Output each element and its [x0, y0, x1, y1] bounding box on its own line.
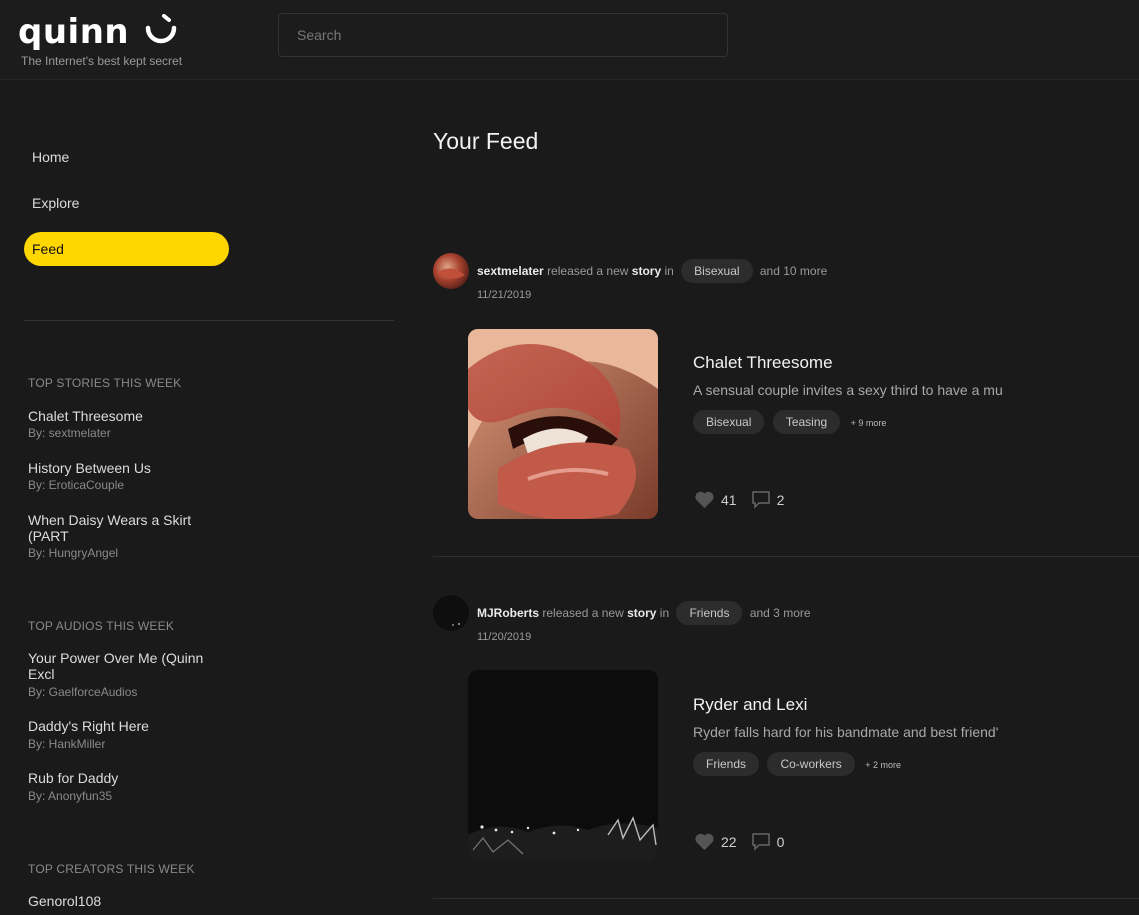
logo[interactable]: quinn The Internet's best kept secret [18, 12, 182, 68]
comment-icon [751, 833, 770, 851]
like-count: 22 [721, 833, 737, 850]
activity-kind: story [627, 606, 657, 620]
story-title[interactable]: Chalet Threesome [693, 353, 833, 373]
top-header: quinn The Internet's best kept secret [0, 0, 1139, 80]
category-pill[interactable]: Friends [676, 601, 743, 625]
activity-in: in [659, 606, 670, 620]
activity-more: and 10 more [759, 264, 828, 278]
logo-text: quinn [18, 12, 130, 52]
smile-logo-icon [145, 14, 177, 44]
top-story-author[interactable]: By: sextmelater [28, 426, 111, 440]
top-story-author[interactable]: By: EroticaCouple [28, 478, 124, 492]
comment-count: 0 [776, 833, 785, 850]
comment-button[interactable]: 0 [751, 832, 785, 851]
post-date: 11/21/2019 [477, 289, 532, 301]
activity-more: and 3 more [749, 606, 811, 620]
heart-icon [695, 833, 714, 851]
story-tags: Bisexual Teasing + 9 more [693, 410, 886, 434]
top-stories-heading: TOP STORIES THIS WEEK [28, 376, 182, 390]
activity-line: sextmelater released a new story in Bise… [477, 259, 827, 283]
top-story-title[interactable]: Chalet Threesome [28, 408, 218, 424]
post-date: 11/20/2019 [477, 631, 532, 643]
top-audio-author[interactable]: By: HankMiller [28, 737, 105, 751]
story-tags: Friends Co-workers + 2 more [693, 752, 901, 776]
avatar[interactable] [433, 253, 469, 289]
comment-icon [751, 491, 770, 509]
top-story-title[interactable]: When Daisy Wears a Skirt (PART [28, 512, 218, 544]
story-description: Ryder falls hard for his bandmate and be… [693, 724, 999, 740]
top-audio-author[interactable]: By: GaelforceAudios [28, 685, 137, 699]
comment-button[interactable]: 2 [751, 490, 785, 509]
activity-line: MJRoberts released a new story in Friend… [477, 601, 811, 625]
author-link[interactable]: MJRoberts [477, 606, 539, 620]
activity-in: in [664, 264, 674, 278]
top-audio-author[interactable]: By: Anonyfun35 [28, 789, 112, 803]
tag-pill[interactable]: Bisexual [693, 410, 765, 434]
comment-count: 2 [776, 491, 785, 508]
story-stats: 22 0 [694, 832, 798, 851]
top-audios-heading: TOP AUDIOS THIS WEEK [28, 619, 175, 633]
avatar[interactable] [433, 595, 469, 631]
heart-icon [695, 491, 714, 509]
tagline: The Internet's best kept secret [21, 54, 183, 68]
story-thumbnail[interactable] [468, 670, 658, 860]
activity-kind: story [631, 264, 662, 278]
top-story-title[interactable]: History Between Us [28, 460, 218, 476]
like-button[interactable]: 41 [694, 490, 737, 509]
tags-more[interactable]: + 9 more [851, 418, 887, 428]
like-button[interactable]: 22 [694, 832, 737, 851]
activity-action: released a new [542, 606, 624, 620]
tag-pill[interactable]: Co-workers [767, 752, 855, 776]
story-stats: 41 2 [694, 490, 798, 509]
page-title: Your Feed [433, 128, 539, 154]
search-input[interactable] [278, 13, 728, 57]
story-thumbnail[interactable] [468, 329, 658, 519]
category-pill[interactable]: Bisexual [681, 259, 753, 283]
top-story-author[interactable]: By: HungryAngel [28, 546, 118, 560]
tags-more[interactable]: + 2 more [865, 760, 901, 770]
feed-divider [433, 898, 1139, 899]
feed-divider [433, 556, 1139, 557]
top-creator-name[interactable]: Genorol108 [28, 893, 218, 909]
tag-pill[interactable]: Friends [693, 752, 760, 776]
top-creators-heading: TOP CREATORS THIS WEEK [28, 862, 195, 876]
sidebar-divider [24, 320, 394, 321]
story-title[interactable]: Ryder and Lexi [693, 695, 807, 715]
top-audio-title[interactable]: Your Power Over Me (Quinn Excl [28, 650, 218, 682]
nav-feed[interactable]: Feed [24, 232, 229, 266]
nav-home[interactable]: Home [24, 140, 229, 174]
like-count: 41 [721, 491, 737, 508]
story-description: A sensual couple invites a sexy third to… [693, 382, 1003, 398]
activity-action: released a new [547, 264, 629, 278]
nav-explore[interactable]: Explore [24, 186, 229, 220]
top-audio-title[interactable]: Rub for Daddy [28, 770, 218, 786]
author-link[interactable]: sextmelater [477, 264, 544, 278]
tag-pill[interactable]: Teasing [772, 410, 841, 434]
top-audio-title[interactable]: Daddy's Right Here [28, 718, 218, 734]
